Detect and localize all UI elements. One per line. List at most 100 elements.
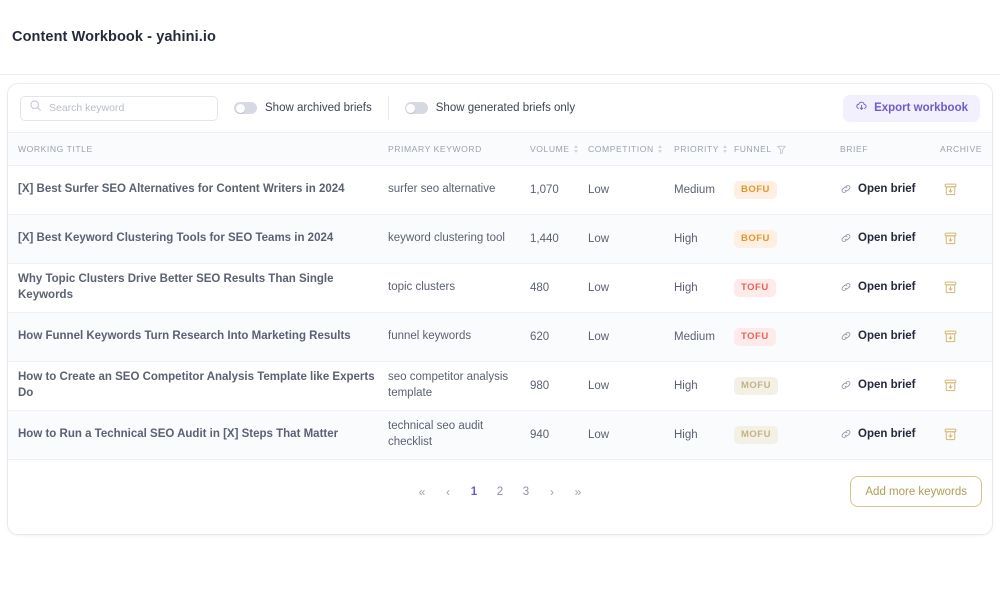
column-label: FUNNEL (734, 144, 772, 154)
funnel-badge: BOFU (734, 181, 777, 199)
archive-box-icon (943, 329, 958, 344)
archive-box-icon (943, 231, 958, 246)
archive-button[interactable] (940, 425, 960, 445)
pagination-page-2[interactable]: 2 (490, 482, 510, 502)
filter-funnel-icon[interactable] (776, 144, 787, 155)
cell-priority: Medium (674, 312, 734, 362)
cell-volume: 940 (530, 410, 588, 460)
link-icon (840, 183, 852, 195)
column-header-funnel[interactable]: FUNNEL (734, 132, 840, 166)
pagination-last[interactable]: » (568, 482, 588, 502)
column-label: ARCHIVE (940, 144, 983, 154)
table-body: [X] Best Surfer SEO Alternatives for Con… (8, 165, 992, 460)
table-row[interactable]: How to Create an SEO Competitor Analysis… (8, 361, 992, 411)
search-input[interactable] (49, 102, 199, 114)
archive-button[interactable] (940, 327, 960, 347)
pagination-page-1[interactable]: 1 (464, 482, 484, 502)
open-brief-link[interactable]: Open brief (840, 281, 916, 293)
cell-archive (940, 312, 992, 362)
show-generated-briefs-only-switch[interactable] (404, 102, 428, 114)
cell-competition: Low (588, 312, 674, 362)
show-generated-briefs-only-label: Show generated briefs only (435, 102, 576, 114)
export-workbook-label: Export workbook (874, 102, 968, 114)
open-brief-link[interactable]: Open brief (840, 232, 916, 244)
open-brief-label: Open brief (858, 231, 916, 244)
table-row[interactable]: [X] Best Keyword Clustering Tools for SE… (8, 214, 992, 264)
funnel-badge: BOFU (734, 230, 777, 248)
cell-funnel: BOFU (734, 214, 840, 264)
cell-archive (940, 361, 992, 411)
cell-working-title: [X] Best Surfer SEO Alternatives for Con… (8, 165, 388, 215)
pagination-next[interactable]: › (542, 482, 562, 502)
sort-icon[interactable] (657, 145, 663, 154)
open-brief-label: Open brief (858, 280, 916, 293)
export-workbook-button[interactable]: Export workbook (843, 94, 980, 122)
column-header-competition[interactable]: COMPETITION (588, 132, 674, 166)
table-row[interactable]: [X] Best Surfer SEO Alternatives for Con… (8, 165, 992, 215)
pagination-page-3[interactable]: 3 (516, 482, 536, 502)
cell-competition: Low (588, 361, 674, 411)
archive-button[interactable] (940, 278, 960, 298)
column-header-archive: ARCHIVE (940, 132, 992, 166)
open-brief-link[interactable]: Open brief (840, 379, 916, 391)
table-footer: « ‹ 1 2 3 › » Add more keywords (8, 460, 992, 534)
cell-working-title: How to Create an SEO Competitor Analysis… (8, 361, 388, 411)
cell-primary-keyword: technical seo audit checklist (388, 410, 530, 460)
open-brief-label: Open brief (858, 378, 916, 391)
cell-primary-keyword: topic clusters (388, 263, 530, 313)
archive-button[interactable] (940, 180, 960, 200)
cell-working-title: How to Run a Technical SEO Audit in [X] … (8, 410, 388, 460)
workbook-card: Show archived briefs Show generated brie… (8, 84, 992, 534)
page-root: Content Workbook - yahini.io Show archiv… (0, 0, 1000, 600)
workbook-table: WORKING TITLE PRIMARY KEYWORD VOLUME COM (8, 132, 992, 460)
cell-competition: Low (588, 165, 674, 215)
cell-priority: High (674, 263, 734, 313)
column-label: BRIEF (840, 144, 869, 154)
cell-volume: 620 (530, 312, 588, 362)
table-row[interactable]: How to Run a Technical SEO Audit in [X] … (8, 410, 992, 460)
open-brief-link[interactable]: Open brief (840, 428, 916, 440)
archive-box-icon (943, 378, 958, 393)
pagination-prev[interactable]: ‹ (438, 482, 458, 502)
table-row[interactable]: How Funnel Keywords Turn Research Into M… (8, 312, 992, 362)
toggle-show-archived-briefs[interactable]: Show archived briefs (234, 96, 372, 120)
column-label: PRIORITY (674, 144, 719, 154)
archive-button[interactable] (940, 229, 960, 249)
cell-competition: Low (588, 214, 674, 264)
search-box[interactable] (20, 95, 218, 121)
open-brief-link[interactable]: Open brief (840, 183, 916, 195)
cell-competition: Low (588, 263, 674, 313)
show-archived-briefs-label: Show archived briefs (265, 102, 372, 114)
archive-box-icon (943, 182, 958, 197)
toggle-show-generated-briefs-only[interactable]: Show generated briefs only (404, 96, 576, 120)
table-row[interactable]: Why Topic Clusters Drive Better SEO Resu… (8, 263, 992, 313)
funnel-badge: TOFU (734, 328, 776, 346)
add-more-keywords-button[interactable]: Add more keywords (850, 476, 982, 507)
table-header-row: WORKING TITLE PRIMARY KEYWORD VOLUME COM (8, 132, 992, 166)
cell-archive (940, 165, 992, 215)
cell-priority: High (674, 361, 734, 411)
funnel-badge: TOFU (734, 279, 776, 297)
cell-funnel: TOFU (734, 312, 840, 362)
open-brief-label: Open brief (858, 427, 916, 440)
open-brief-link[interactable]: Open brief (840, 330, 916, 342)
cell-primary-keyword: surfer seo alternative (388, 165, 530, 215)
table-header: WORKING TITLE PRIMARY KEYWORD VOLUME COM (8, 132, 992, 166)
cell-priority: High (674, 410, 734, 460)
cell-archive (940, 214, 992, 264)
column-header-priority[interactable]: PRIORITY (674, 132, 734, 166)
column-header-volume[interactable]: VOLUME (530, 132, 588, 166)
funnel-badge: MOFU (734, 377, 778, 395)
link-icon (840, 232, 852, 244)
cloud-download-icon (855, 100, 868, 116)
sort-icon[interactable] (723, 145, 728, 154)
cell-working-title: [X] Best Keyword Clustering Tools for SE… (8, 214, 388, 264)
open-brief-label: Open brief (858, 182, 916, 195)
show-archived-briefs-switch[interactable] (234, 102, 257, 114)
cell-competition: Low (588, 410, 674, 460)
archive-button[interactable] (940, 376, 960, 396)
archive-box-icon (943, 280, 958, 295)
cell-archive (940, 410, 992, 460)
sort-icon[interactable] (573, 145, 579, 154)
pagination-first[interactable]: « (412, 482, 432, 502)
